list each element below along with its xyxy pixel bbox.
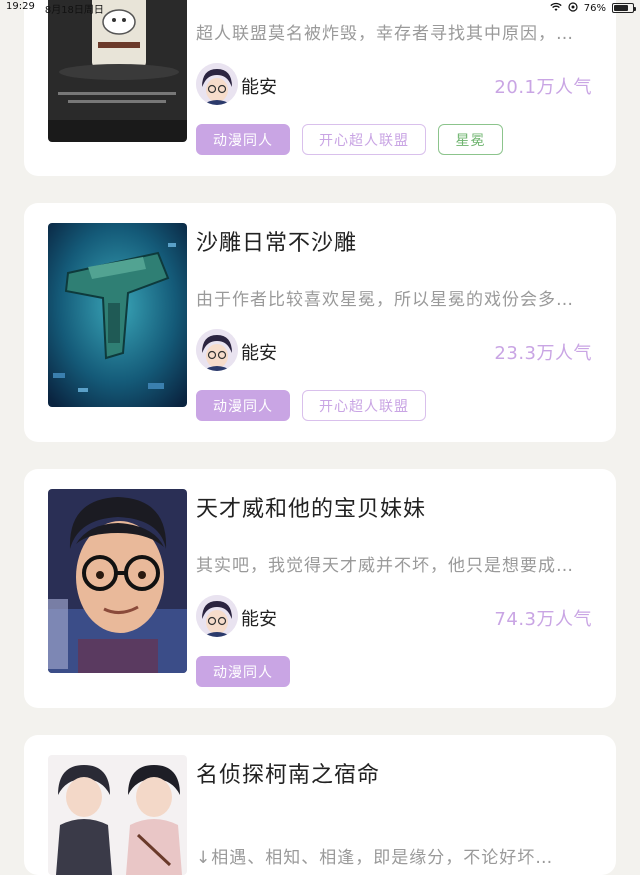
status-date: 8月18日周日 [44,4,104,16]
author-name: 能安 [241,77,277,98]
author-row[interactable]: 能安 20.1万人气 [196,63,592,107]
book-title[interactable]: 名侦探柯南之宿命 [196,757,380,789]
can-drink-cover[interactable] [48,0,187,142]
glasses-boy-cover[interactable] [48,489,187,673]
anime-characters-cover[interactable] [48,755,187,875]
battery-percent: 76% [583,2,606,14]
book-description: 其实吧，我觉得天才威并不坏，他只是想要成… [196,556,574,576]
avatar[interactable] [196,595,238,637]
tag[interactable]: 动漫同人 [196,656,290,687]
tag-list: 动漫同人 开心超人联盟 星冕 [196,124,503,155]
book-description: ↓相遇、相知、相逢，即是缘分，不论好坏… [196,848,554,868]
orientation-lock-icon [568,1,578,15]
tag[interactable]: 动漫同人 [196,124,290,155]
book-card[interactable]: 超人联盟莫名被炸毁，幸存者寻找其中原因，… 能安 20.1万人气 动漫同人 开心… [24,0,616,176]
tag[interactable]: 星冕 [438,124,503,155]
tag[interactable]: 开心超人联盟 [302,390,426,421]
book-title[interactable]: 沙雕日常不沙雕 [196,225,357,257]
book-card[interactable]: 沙雕日常不沙雕 由于作者比较喜欢星冕，所以星冕的戏份会多… 能安 23.3万人气… [24,203,616,442]
tag-list: 动漫同人 开心超人联盟 [196,390,426,421]
wifi-icon [550,2,562,15]
tag[interactable]: 动漫同人 [196,390,290,421]
book-description: 超人联盟莫名被炸毁，幸存者寻找其中原因，… [196,24,574,44]
book-card[interactable]: 名侦探柯南之宿命 ↓相遇、相知、相逢，即是缘分，不论好坏… [24,735,616,875]
popularity-count: 74.3万人气 [494,609,592,630]
avatar[interactable] [196,63,238,105]
avatar[interactable] [196,329,238,371]
author-row[interactable]: 能安 74.3万人气 [196,595,592,639]
author-name: 能安 [241,343,277,364]
spaceship-cover[interactable] [48,223,187,407]
battery-icon [612,3,636,13]
tag[interactable]: 开心超人联盟 [302,124,426,155]
author-row[interactable]: 能安 23.3万人气 [196,329,592,373]
popularity-count: 23.3万人气 [494,343,592,364]
book-description: 由于作者比较喜欢星冕，所以星冕的戏份会多… [196,290,574,310]
book-title[interactable]: 天才威和他的宝贝妹妹 [196,491,426,523]
author-name: 能安 [241,609,277,630]
status-bar: 19:29 8月18日周日 76% [0,0,640,16]
status-time: 19:29 [6,0,35,12]
book-card[interactable]: 天才威和他的宝贝妹妹 其实吧，我觉得天才威并不坏，他只是想要成… 能安 74.3… [24,469,616,708]
popularity-count: 20.1万人气 [494,77,592,98]
tag-list: 动漫同人 [196,656,290,687]
